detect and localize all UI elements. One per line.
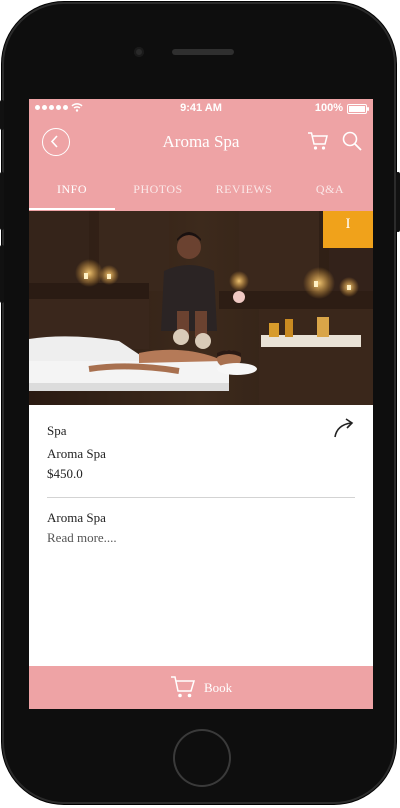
category-label: Spa (47, 423, 67, 438)
earpiece-speaker (172, 49, 234, 55)
photo-badge: I (323, 211, 373, 248)
mute-switch (0, 100, 4, 130)
description-title: Aroma Spa (47, 510, 106, 525)
nav-bar: Aroma Spa (29, 125, 373, 161)
book-button[interactable]: Book (29, 666, 373, 709)
power-button (396, 172, 400, 232)
read-more-link[interactable]: Read more.... (47, 530, 117, 546)
tab-bar: INFO PHOTOS REVIEWS Q&A (29, 179, 373, 211)
cart-icon (171, 676, 196, 698)
tab-info[interactable]: INFO (29, 179, 115, 211)
hero-image: I (29, 211, 373, 405)
status-bar: 9:41 AM 100% (29, 99, 373, 119)
book-label: Book (204, 680, 233, 695)
service-name: Aroma Spa (47, 446, 106, 461)
volume-up-button (0, 172, 4, 230)
phone-frame: 9:41 AM 100% Aroma Spa INFO PHOTOS REVIE… (2, 2, 396, 804)
service-price: $450.0 (47, 466, 83, 481)
cart-icon[interactable] (307, 131, 329, 151)
share-arrow-icon[interactable] (333, 417, 357, 439)
home-button[interactable] (173, 729, 231, 787)
search-icon[interactable] (341, 130, 363, 152)
tab-reviews[interactable]: REVIEWS (201, 179, 287, 211)
tab-photos[interactable]: PHOTOS (115, 179, 201, 211)
app-header: 9:41 AM 100% Aroma Spa INFO PHOTOS REVIE… (29, 99, 373, 211)
spa-photo (29, 211, 373, 405)
volume-down-button (0, 245, 4, 303)
app-screen: 9:41 AM 100% Aroma Spa INFO PHOTOS REVIE… (29, 99, 373, 709)
tab-qa[interactable]: Q&A (287, 179, 373, 211)
battery-icon (347, 104, 369, 114)
front-camera (134, 47, 144, 57)
divider (47, 497, 355, 498)
battery-percentage: 100% (314, 102, 343, 114)
